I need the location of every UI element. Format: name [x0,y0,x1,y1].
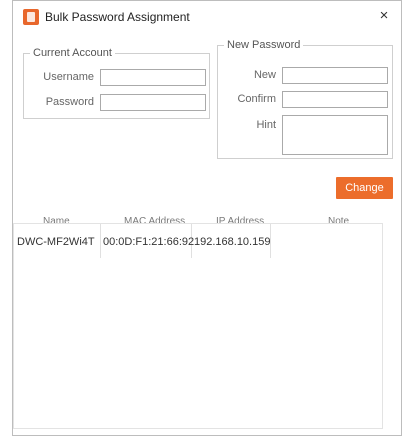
cell-name: DWC-MF2Wi4T [17,236,95,248]
confirm-password-input[interactable] [282,91,388,108]
new-password-legend: New Password [227,39,301,51]
hint-label: Hint [256,119,276,131]
new-password-input[interactable] [282,67,388,84]
password-input[interactable] [100,94,206,111]
new-password-label: New [253,69,276,81]
title-bar: Bulk Password Assignment × [13,1,401,31]
current-account-legend: Current Account [33,47,112,59]
change-button[interactable]: Change [336,177,393,199]
cell-mac: 00:0D:F1:21:66:92 [103,236,195,248]
window-title: Bulk Password Assignment [45,10,190,24]
username-label: Username [43,71,94,83]
dialog-window: Bulk Password Assignment × Current Accou… [12,0,402,436]
confirm-password-label: Confirm [237,93,276,105]
app-logo-icon [23,9,39,25]
table-row[interactable]: DWC-MF2Wi4T 00:0D:F1:21:66:92 192.168.10… [14,232,382,254]
new-password-group: New Password New Confirm Hint [217,39,393,159]
close-icon[interactable]: × [375,7,393,25]
username-input[interactable] [100,69,206,86]
current-account-group: Current Account Username Password [23,47,210,119]
password-label: Password [45,96,94,108]
device-list[interactable]: DWC-MF2Wi4T 00:0D:F1:21:66:92 192.168.10… [13,223,383,429]
hint-textarea[interactable] [282,115,388,155]
cell-ip: 192.168.10.159 [194,236,271,248]
